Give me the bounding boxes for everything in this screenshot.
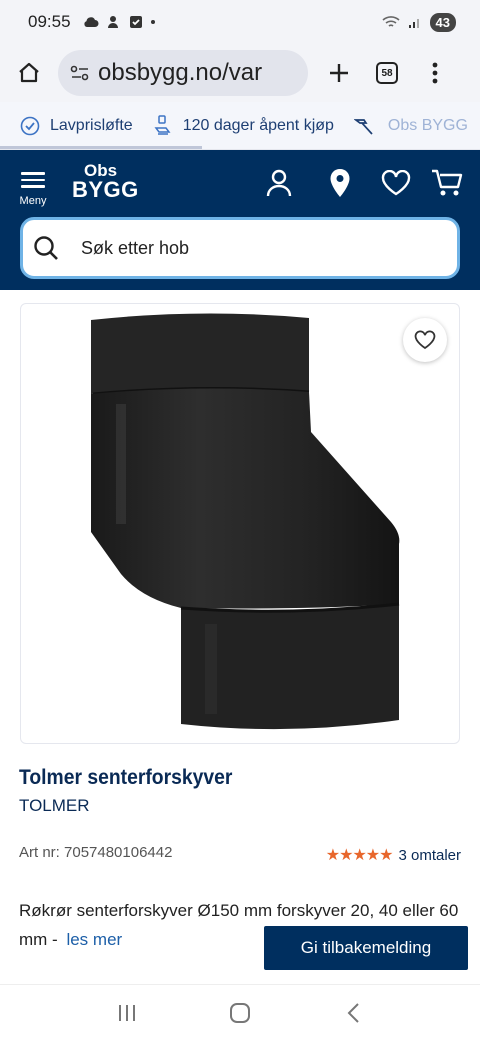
back-button[interactable] [333, 993, 373, 1033]
product-image-card[interactable] [20, 303, 460, 744]
product-brand[interactable]: TOLMER [19, 796, 90, 816]
dot-icon [150, 20, 155, 24]
tabs-button[interactable]: 58 [368, 50, 406, 96]
page-load-progress [0, 146, 202, 149]
read-more-link[interactable]: les mer [66, 930, 122, 949]
hamburger-icon [21, 168, 45, 192]
tab-count: 58 [376, 62, 398, 84]
account-button[interactable] [262, 166, 296, 200]
usp-strip: Lavprisløfte 120 dager åpent kjøp Obs BY… [0, 102, 480, 150]
store-locator-button[interactable] [323, 166, 357, 200]
search-placeholder: Søk etter hob [81, 237, 190, 258]
home-circle-icon [229, 1002, 250, 1023]
browser-toolbar: obsbygg.no/var 58 [0, 44, 480, 102]
home-nav-button[interactable] [220, 993, 260, 1033]
browser-menu-button[interactable] [416, 50, 454, 96]
product-image [91, 313, 400, 730]
home-icon [19, 62, 39, 83]
recent-apps-icon [118, 1004, 135, 1021]
favorites-button[interactable] [379, 166, 413, 200]
product-rating[interactable]: ★★★★★ 3 omtaler [326, 845, 461, 865]
star-rating-icon: ★★★★★ [325, 847, 394, 864]
more-vertical-icon [432, 62, 438, 84]
check-circle-icon [20, 116, 40, 135]
checkbox-icon [129, 16, 142, 28]
location-pin-icon [330, 169, 350, 197]
back-chevron-icon [347, 1002, 360, 1023]
usp-label: 120 dager åpent kjøp [182, 116, 334, 134]
logo-bottom: BYGG [72, 177, 139, 202]
add-to-favorites-button[interactable] [403, 318, 447, 362]
usp-item[interactable]: 120 dager åpent kjøp [153, 114, 334, 138]
wifi-icon [381, 16, 400, 27]
menu-button[interactable]: Meny [14, 168, 52, 207]
review-count: 3 omtaler [398, 846, 461, 864]
battery-indicator: 43 [429, 12, 456, 32]
address-bar[interactable]: obsbygg.no/var [58, 50, 308, 96]
search-input[interactable]: Søk etter hob [20, 217, 460, 279]
obs-bygg-logo[interactable]: Obs BYGG [72, 162, 139, 201]
feedback-button[interactable]: Gi tilbakemelding [264, 926, 468, 970]
search-icon [34, 236, 58, 260]
return-icon [154, 114, 171, 135]
status-bar: 09:55 43 [0, 0, 480, 44]
usp-item[interactable]: Lavprisløfte [20, 116, 133, 136]
menu-label: Meny [19, 194, 47, 207]
cart-icon [432, 169, 463, 196]
person-icon [107, 16, 118, 28]
cart-button[interactable] [430, 166, 464, 200]
system-nav-bar [0, 984, 480, 1040]
plus-icon [330, 64, 348, 82]
heart-icon [414, 330, 436, 350]
home-button[interactable] [10, 50, 48, 96]
status-time: 09:55 [28, 12, 71, 31]
user-icon [266, 169, 292, 197]
site-header: Meny Obs BYGG Søk etter hob [0, 150, 480, 290]
recent-apps-button[interactable] [107, 993, 147, 1033]
product-title: Tolmer senterforskyver [19, 766, 233, 789]
hammer-icon [353, 118, 373, 135]
site-settings-icon [70, 65, 89, 81]
article-number: Art nr: 7057480106442 [19, 844, 173, 861]
status-right: 43 [381, 12, 456, 32]
new-tab-button[interactable] [320, 50, 358, 96]
url-text: obsbygg.no/var [98, 59, 263, 86]
usp-label: Obs BYGG [387, 116, 468, 134]
cloud-icon [83, 17, 99, 27]
signal-icon [408, 19, 419, 28]
heart-icon [381, 170, 411, 196]
usp-label: Lavprisløfte [50, 116, 133, 134]
usp-item[interactable]: Obs BYGG [353, 116, 468, 136]
notification-icons [83, 15, 155, 29]
